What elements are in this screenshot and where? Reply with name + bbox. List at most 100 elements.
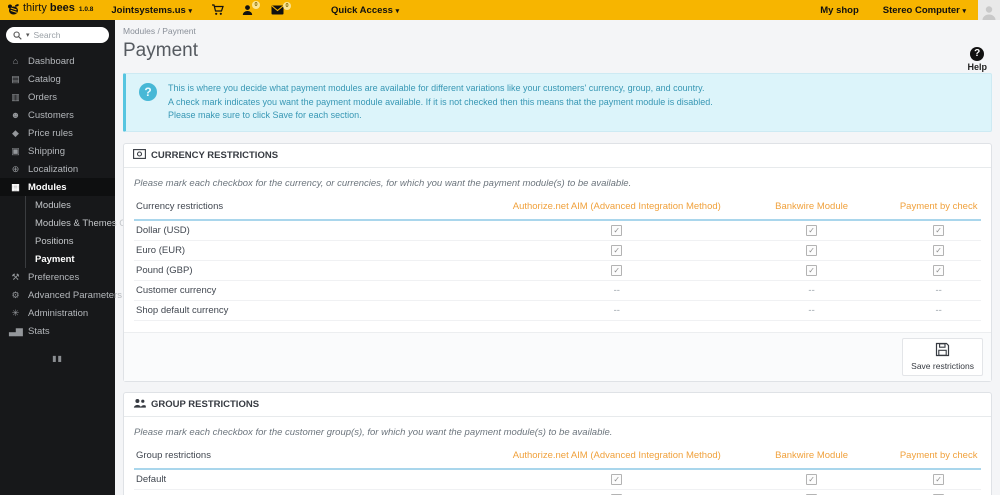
group-panel-heading: GROUP RESTRICTIONS: [124, 393, 991, 417]
money-icon: [133, 148, 146, 162]
search-scope-chevron-icon[interactable]: ▾: [26, 31, 30, 39]
currency-panel-note: Please mark each checkbox for the curren…: [134, 177, 632, 189]
sidebar-item-label: Dashboard: [28, 55, 75, 67]
sidebar-item-label: Shipping: [28, 145, 65, 157]
module-checkbox[interactable]: ✓: [933, 264, 945, 276]
row-label: Visitor: [134, 489, 507, 495]
checkbox-cell: ✓: [506, 468, 727, 490]
dashboard-icon: ⌂: [12, 56, 19, 66]
info-alert-line: A check mark indicates you want the paym…: [168, 96, 713, 107]
currency-restrictions-table: Currency restrictions Authorize.net AIM …: [134, 194, 981, 321]
checkbox-cell: ✓: [506, 260, 727, 281]
table-row: Visitor✓✓✓: [134, 489, 981, 495]
preferences-wrench-icon: ⚒: [11, 271, 20, 282]
sidebar-item-customers[interactable]: ☻ Customers: [0, 106, 115, 124]
module-checkbox[interactable]: ✓: [611, 264, 623, 276]
bee-logo-icon: [6, 2, 20, 19]
module-checkbox[interactable]: ✓: [933, 224, 945, 236]
group_panel-tbody: Default✓✓✓Visitor✓✓✓Guest✓✓✓: [134, 468, 981, 495]
module-checkbox[interactable]: ✓: [611, 224, 623, 236]
brand-name-bold: bees: [49, 1, 75, 14]
module-checkbox[interactable]: ✓: [806, 244, 818, 256]
sidebar-subitem-positions[interactable]: Positions: [26, 232, 115, 250]
advanced-parameters-gears-icon: ⚙: [11, 289, 20, 300]
table-row: Customer currency -- -- --: [134, 280, 981, 301]
group-restrictions-panel: GROUP RESTRICTIONS Please mark each chec…: [123, 391, 992, 495]
column-header-authorize[interactable]: Authorize.net AIM (Advanced Integration …: [506, 194, 727, 221]
breadcrumb-modules[interactable]: Modules: [123, 26, 155, 36]
column-header-bankwire[interactable]: Bankwire Module: [726, 443, 897, 470]
info-alert: ? This is where you decide what payment …: [123, 73, 992, 132]
row-label: Euro (EUR): [134, 240, 507, 261]
stats-chart-icon: ▃▆: [9, 325, 23, 336]
checkbox-cell: ✓: [726, 260, 897, 281]
module-checkbox[interactable]: ✓: [806, 224, 818, 236]
sidebar-item-price-rules[interactable]: ◆ Price rules: [0, 124, 115, 142]
module-checkbox[interactable]: ✓: [933, 244, 945, 256]
breadcrumb-payment[interactable]: Payment: [162, 26, 196, 36]
sidebar-item-label: Preferences: [28, 271, 80, 283]
column-header-bankwire[interactable]: Bankwire Module: [726, 194, 897, 221]
sidebar-item-label: Localization: [28, 163, 79, 175]
sidebar-subitem-payment[interactable]: Payment: [26, 250, 115, 268]
help-button[interactable]: ? Help: [967, 47, 987, 72]
currency-panel-heading: CURRENCY RESTRICTIONS: [124, 144, 991, 168]
sidebar-item-label: Administration: [28, 307, 89, 319]
module-checkbox[interactable]: ✓: [933, 473, 945, 485]
module-checkbox[interactable]: ✓: [806, 264, 818, 276]
my-shop-link[interactable]: My shop: [808, 5, 871, 16]
main-content: Modules / Payment Payment ? Help ? This …: [115, 20, 1000, 495]
table-row: Shop default currency -- -- --: [134, 300, 981, 321]
sidebar-item-orders[interactable]: ▥ Orders: [0, 88, 115, 106]
sidebar-subitem-modules-themes-catal-[interactable]: Modules & Themes Catal...: [26, 214, 149, 232]
sidebar-subitem-modules[interactable]: Modules: [26, 196, 115, 214]
sidebar-item-dashboard[interactable]: ⌂ Dashboard: [0, 52, 115, 70]
module-checkbox[interactable]: ✓: [806, 473, 818, 485]
customers-group-icon: ☻: [10, 110, 21, 120]
sidebar-item-label: Modules: [28, 181, 67, 193]
cart-icon[interactable]: [202, 4, 233, 16]
column-header-check[interactable]: Payment by check: [896, 443, 981, 470]
question-mark-icon: ?: [970, 47, 985, 61]
module-checkbox[interactable]: ✓: [611, 244, 623, 256]
column-header-authorize[interactable]: Authorize.net AIM (Advanced Integration …: [506, 443, 727, 470]
brand-version: 1.0.8: [78, 5, 94, 13]
sidebar-item-stats[interactable]: ▃▆ Stats: [0, 322, 115, 340]
shop-url-menu[interactable]: Jointsystems.us ▾: [101, 5, 202, 16]
column-header-currency: Currency restrictions: [134, 194, 507, 221]
sidebar-nav: ⌂ Dashboard ▤ Catalog ▥ Orders ☻ Customers ◆ Pric…: [0, 52, 149, 340]
chevron-down-icon: ▾: [188, 7, 192, 15]
group-panel-note: Please mark each checkbox for the custom…: [134, 426, 613, 438]
quick-access-menu[interactable]: Quick Access ▾: [321, 5, 409, 16]
employee-menu[interactable]: Stereo Computer ▾: [871, 5, 978, 16]
page-title: Payment: [123, 40, 198, 61]
module-checkbox[interactable]: ✓: [611, 473, 623, 485]
sidebar-item-label: Stats: [28, 325, 50, 337]
brand-logo[interactable]: thirty bees 1.0.8: [0, 2, 101, 19]
employees-notification-icon[interactable]: 0: [233, 1, 262, 16]
sidebar-item-localization[interactable]: ⊕ Localization: [0, 160, 115, 178]
checkbox-cell: ✓: [896, 489, 981, 495]
not-applicable-cell: --: [506, 280, 727, 301]
employee-avatar[interactable]: [978, 0, 1000, 20]
messages-envelope-icon[interactable]: 0: [262, 2, 293, 15]
sidebar-item-shipping[interactable]: ▣ Shipping: [0, 142, 115, 160]
sidebar-item-administration[interactable]: ✳ Administration: [0, 304, 115, 322]
search-input[interactable]: ▾ Search: [6, 27, 109, 43]
sidebar-collapse-button[interactable]: ▮▮: [0, 354, 115, 363]
table-row: Euro (EUR) ✓ ✓ ✓: [134, 240, 981, 261]
checkbox-cell: ✓: [896, 219, 981, 241]
sidebar: ▾ Search ⌂ Dashboard ▤ Catalog ▥ Orders ☻ Custo…: [0, 20, 149, 495]
sidebar-item-modules[interactable]: ▦ Modules: [0, 178, 115, 196]
group-people-icon: [133, 398, 146, 411]
breadcrumb: Modules / Payment: [123, 26, 992, 36]
column-header-check[interactable]: Payment by check: [896, 194, 981, 221]
sidebar-item-preferences[interactable]: ⚒ Preferences: [0, 268, 115, 286]
table-row: Pound (GBP) ✓ ✓ ✓: [134, 260, 981, 281]
sidebar-submenu: Modules Modules & Themes Catal... Position…: [25, 196, 149, 268]
save-currency-restrictions-button[interactable]: Save restrictions: [902, 337, 983, 376]
sidebar-item-catalog[interactable]: ▤ Catalog: [0, 70, 115, 88]
sidebar-item-label: Price rules: [28, 127, 73, 139]
sidebar-item-advanced-parameters[interactable]: ⚙ Advanced Parameters: [0, 286, 122, 304]
checkbox-cell: ✓: [896, 260, 981, 281]
